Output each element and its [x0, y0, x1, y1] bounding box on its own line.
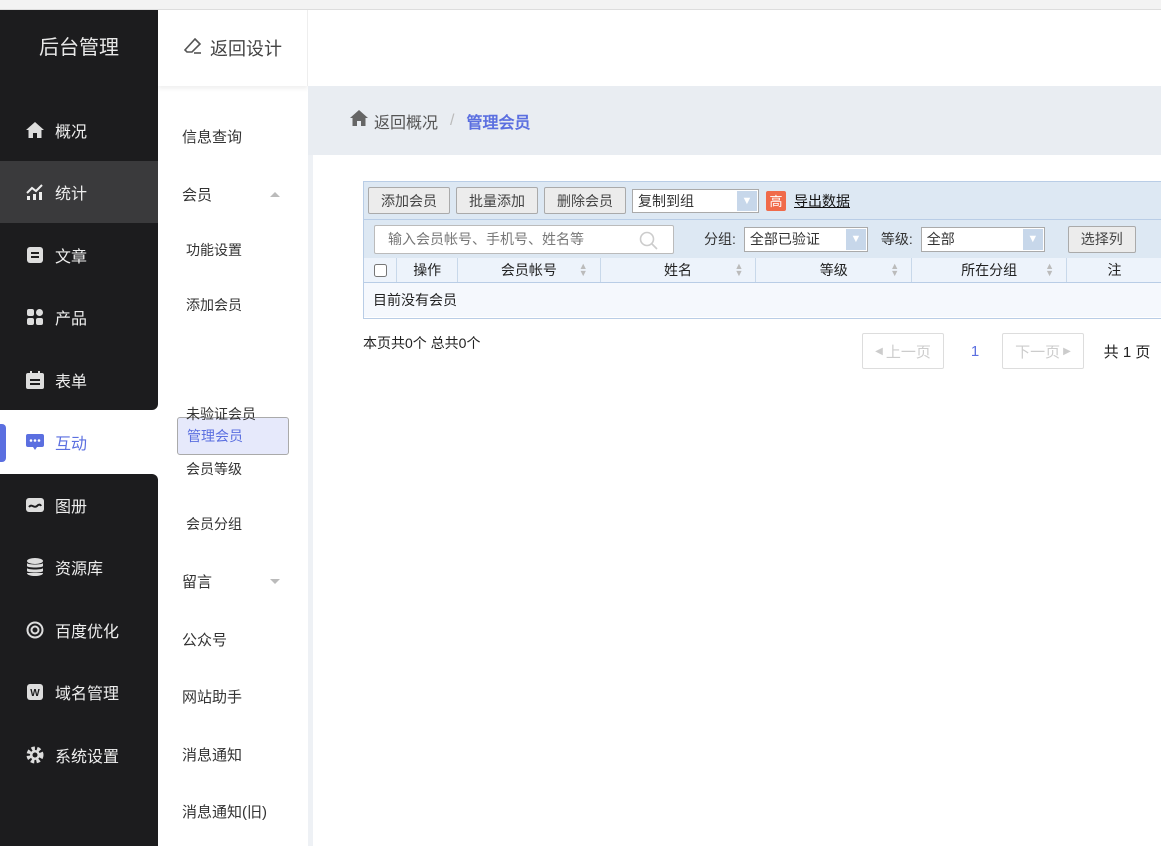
total-pages: 共 1 页	[1103, 343, 1151, 361]
article-icon	[25, 246, 45, 264]
search-input[interactable]: 输入会员帐号、手机号、姓名等	[374, 224, 674, 254]
subnav-official-account[interactable]: 公众号	[158, 619, 308, 659]
sidebar-item-form[interactable]: 表单	[0, 349, 158, 411]
action-toolbar: 添加会员 批量添加 删除会员 复制到组 ▼ 高 导出数据	[364, 182, 1161, 220]
seo-icon	[25, 621, 45, 639]
sidebar-item-seo[interactable]: 百度优化	[0, 599, 158, 661]
prev-page-button[interactable]: ◀ 上一页	[862, 333, 944, 369]
search-icon[interactable]	[639, 231, 659, 254]
subnav-member-groups[interactable]: 会员分组	[158, 504, 308, 544]
breadcrumb-current: 管理会员	[466, 114, 531, 132]
filter-bar: 输入会员帐号、手机号、姓名等 分组: 全部已验证 ▼ 等级: 全部 ▼ 选择列	[364, 220, 1161, 258]
level-filter-select[interactable]: 全部 ▼	[920, 226, 1045, 252]
choose-columns-button[interactable]: 选择列	[1067, 225, 1136, 253]
album-icon	[25, 496, 45, 514]
subnav-unverified-members[interactable]: 未验证会员	[158, 394, 308, 434]
col-actions: 操作	[397, 258, 459, 282]
back-to-design-button[interactable]: 返回设计	[158, 10, 308, 86]
domain-icon: W	[25, 683, 45, 701]
subnav-member-group[interactable]: 会员	[158, 174, 308, 214]
breadcrumb-home-link[interactable]: 返回概况	[374, 109, 438, 133]
sort-icon[interactable]: ▲ ▼	[1045, 262, 1054, 278]
top-header	[308, 10, 1161, 86]
select-all-checkbox[interactable]	[373, 263, 387, 277]
sidebar-item-stats[interactable]: 统计	[0, 161, 158, 223]
sub-navigation: 返回设计 信息查询 会员 功能设置 添加会员 管理会员 未验证会员 会员等级 会…	[158, 10, 308, 846]
gear-icon	[25, 746, 45, 764]
group-filter-select[interactable]: 全部已验证 ▼	[743, 226, 868, 252]
product-icon	[25, 308, 45, 326]
sidebar-item-domain[interactable]: W 域名管理	[0, 661, 158, 723]
advanced-badge: 高	[766, 190, 786, 211]
col-level[interactable]: 等级 ▲ ▼	[756, 258, 913, 282]
sort-icon[interactable]: ▲ ▼	[734, 262, 743, 278]
sort-icon[interactable]: ▲ ▼	[579, 262, 588, 278]
sidebar-item-resources[interactable]: 资源库	[0, 536, 158, 598]
chevron-up-icon	[270, 191, 280, 197]
subnav-member-levels[interactable]: 会员等级	[158, 449, 308, 489]
form-icon	[25, 371, 45, 389]
page-number-1[interactable]: 1	[953, 333, 997, 369]
home-icon	[25, 121, 45, 139]
add-member-button[interactable]: 添加会员	[368, 187, 450, 214]
member-table-panel: 添加会员 批量添加 删除会员 复制到组 ▼ 高 导出数据 输入会员帐号、手机号、姓…	[363, 181, 1161, 319]
browser-top-strip	[0, 0, 1161, 10]
subnav-info-query[interactable]: 信息查询	[158, 116, 308, 156]
sidebar-item-settings[interactable]: 系统设置	[0, 724, 158, 786]
sort-icon[interactable]: ▲ ▼	[890, 262, 899, 278]
subnav-add-member[interactable]: 添加会员	[158, 285, 308, 325]
subnav-notifications[interactable]: 消息通知	[158, 734, 308, 774]
sidebar-item-interaction[interactable]: 互动	[0, 411, 158, 473]
sidebar-item-album[interactable]: 图册	[0, 474, 158, 536]
delete-member-button[interactable]: 删除会员	[544, 187, 626, 214]
chevron-down-icon: ▼	[845, 228, 866, 250]
next-page-button[interactable]: 下一页 ▶	[1002, 333, 1084, 369]
caret-left-icon: ◀	[875, 345, 883, 357]
empty-message: 目前没有会员	[364, 283, 1161, 317]
subnav-messages[interactable]: 留言	[158, 561, 308, 601]
subnav-function-settings[interactable]: 功能设置	[158, 230, 308, 270]
caret-right-icon: ▶	[1063, 345, 1071, 357]
col-name[interactable]: 姓名 ▲ ▼	[601, 258, 757, 282]
col-group[interactable]: 所在分组 ▲ ▼	[912, 258, 1068, 282]
content-area: 添加会员 批量添加 删除会员 复制到组 ▼ 高 导出数据 输入会员帐号、手机号、姓…	[313, 155, 1161, 846]
table-header: 操作 会员帐号 ▲ ▼ 姓名 ▲ ▼ 等级 ▲ ▼ 所在分组 ▲ ▼ 注	[364, 258, 1161, 283]
chat-icon	[25, 433, 45, 451]
subnav-site-assistant[interactable]: 网站助手	[158, 676, 308, 716]
breadcrumb: 返回概况 / 管理会员	[308, 86, 1161, 155]
app-title: 后台管理	[39, 37, 119, 59]
page-summary: 本页共0个 总共0个	[363, 335, 481, 351]
database-icon	[25, 558, 45, 576]
chevron-down-icon: ▼	[737, 190, 757, 211]
sidebar-item-product[interactable]: 产品	[0, 286, 158, 348]
col-account[interactable]: 会员帐号 ▲ ▼	[458, 258, 601, 282]
chevron-down-icon: ▼	[1022, 228, 1043, 250]
chart-icon	[25, 183, 45, 201]
chevron-down-icon	[270, 578, 280, 584]
col-notes: 注	[1107, 262, 1122, 278]
eraser-icon	[183, 37, 202, 59]
copy-to-group-select[interactable]: 复制到组 ▼	[632, 188, 759, 213]
home-icon	[350, 110, 368, 131]
subnav-notifications-old[interactable]: 消息通知(旧)	[158, 791, 308, 831]
sidebar-item-article[interactable]: 文章	[0, 224, 158, 286]
main-sidebar: 后台管理 概况 统计 文章 产品 表单 互动 图册 资源库 百度优化 W 域名管理…	[0, 10, 158, 846]
export-data-link[interactable]: 导出数据	[794, 191, 850, 211]
sidebar-item-overview[interactable]: 概况	[0, 99, 158, 161]
svg-text:W: W	[30, 688, 40, 699]
batch-add-button[interactable]: 批量添加	[456, 187, 538, 214]
